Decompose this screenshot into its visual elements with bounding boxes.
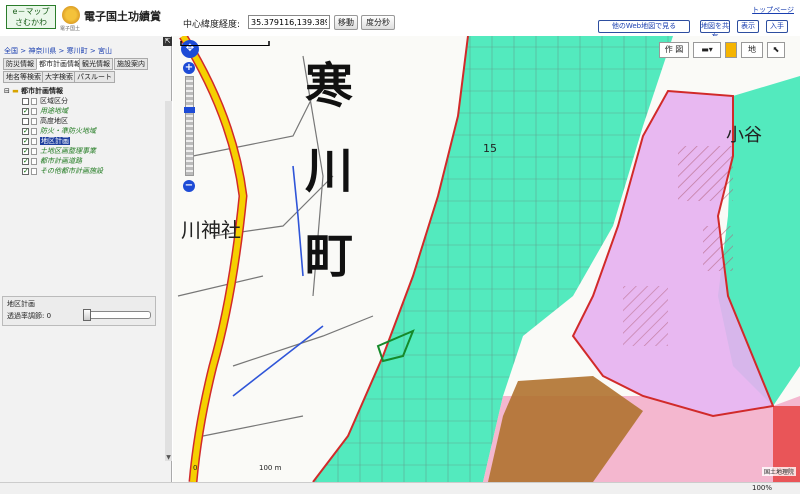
map-label-kan: 寒 [305,58,354,114]
map-view[interactable]: 寒 川 町 川神社 小谷 15 ✥ + − 作 図 ▬▾ 地 ⬉ 0 100 m… [173,36,800,482]
zoom-out-icon[interactable]: − [183,180,195,192]
layer-item[interactable]: 地区計画 [4,136,168,146]
scale-bar [180,41,270,46]
emap-samukawa-logo[interactable]: e－マップ さむかわ [6,5,56,29]
layer-checkbox[interactable] [22,156,29,166]
layer-checkbox[interactable] [22,136,29,146]
other-web-map-button[interactable]: 他のWeb地図で見る [598,20,690,33]
layer-tree: ⊟ ▬ 都市計画情報 区域区分用途地域高度地区防火・準防火地域地区計画土地区画整… [4,86,168,176]
transparency-slider[interactable] [83,309,151,321]
zoom-control[interactable]: + − [182,62,197,192]
tree-root[interactable]: ⊟ ▬ 都市計画情報 [4,86,168,96]
document-icon [31,127,37,135]
document-icon [31,107,37,115]
header: e－マップ さむかわ 電子国土 電子国土功績賞 中心緯度経度: 移動 度分秒 ト… [0,0,800,41]
map-label-koya: 小谷 [726,125,762,146]
layer-item[interactable]: 用途地域 [4,106,168,116]
tab-kankou[interactable]: 観光情報 [79,58,113,70]
award-title: 電子国土功績賞 [84,10,161,23]
zoom-slider[interactable] [184,76,195,176]
left-panel: ⇱ 全国 > 神奈川県 > 寒川町 > 宮山 防災情報 都市計画情報 観光情報 … [0,36,172,494]
layer-item[interactable]: 区域区分 [4,96,168,106]
layer-label[interactable]: 高度地区 [40,117,68,125]
logo-line1: e－マップ [12,7,50,16]
layer-item[interactable]: 都市計画道路 [4,156,168,166]
map-menu-label: 地 [748,45,756,54]
layer-item[interactable]: 防火・準防火地域 [4,126,168,136]
layer-item[interactable]: その他都市計画施設 [4,166,168,176]
tree-root-label: 都市計画情報 [20,87,63,95]
scale-label: 100 m [259,464,282,472]
transparency-slider-thumb[interactable] [83,309,91,321]
browser-zoom-level[interactable]: 100% [752,484,772,492]
document-icon [31,137,37,145]
gsi-logo-icon [62,6,80,24]
document-icon [31,97,37,105]
document-icon [31,117,37,125]
layer-checkbox[interactable] [22,117,29,125]
document-icon [31,167,37,175]
layer-item[interactable]: 土地区画整理事業 [4,146,168,156]
transparency-label: 透過率調節: 0 [7,312,52,320]
layer-checkbox[interactable] [22,166,29,176]
layer-item[interactable]: 高度地区 [4,116,168,126]
obtain-button[interactable]: 入手 [766,20,788,33]
draw-button[interactable]: 作 図 [659,42,689,58]
layer-label[interactable]: 土地区画整理事業 [40,147,96,155]
scroll-down-icon[interactable]: ▼ [165,454,172,461]
dms-button[interactable]: 度分秒 [361,15,395,30]
map-label-shrine: 川神社 [181,218,241,242]
layer-checkbox[interactable] [22,106,29,116]
share-map-button[interactable]: 地図を共有 [700,20,730,41]
industrial-hatch-2 [703,226,733,271]
layer-label[interactable]: その他都市計画施設 [40,167,103,175]
move-button[interactable]: 移動 [334,15,358,30]
map-label-kawa: 川 [305,143,354,199]
layer-label[interactable]: 用途地域 [40,107,68,115]
transparency-panel: 地区計画 透過率調節: 0 [2,296,156,326]
left-panel-scrollbar[interactable]: ▼ [165,101,172,461]
coord-input[interactable] [248,15,330,29]
layer-switch-icon[interactable]: ▬▾ [693,42,721,58]
map-layers [173,36,800,482]
layer-label[interactable]: 地区計画 [40,137,70,145]
layer-checkbox[interactable] [22,126,29,136]
display-button[interactable]: 表示 [737,20,759,33]
collapse-panel-icon[interactable]: ⇱ [163,37,172,46]
map-label-machi: 町 [305,228,354,284]
tab-bousai[interactable]: 防災情報 [3,58,37,70]
tab-ooaza[interactable]: 大字検索 [42,71,76,83]
logo-line2: さむかわ [15,18,47,27]
tab-shisetsu[interactable]: 施設案内 [114,58,148,70]
attribution: 国土地理院 [761,467,796,476]
industrial-hatch-3 [623,286,668,346]
breadcrumb[interactable]: 全国 > 神奈川県 > 寒川町 > 宮山 [4,46,112,56]
status-bar: 100% [0,482,800,494]
coord-label: 中心緯度経度: [183,20,241,30]
map-label-number: 15 [483,142,497,155]
scale-zero: 0 [193,464,198,472]
layer-label[interactable]: 都市計画道路 [40,157,82,165]
layer-label[interactable]: 区域区分 [40,97,68,105]
zoom-slider-thumb[interactable] [184,107,195,113]
map-menu-button[interactable]: 地 [741,42,763,58]
tab-pathroute[interactable]: パスルート [74,71,115,83]
zoom-in-icon[interactable]: + [183,62,195,74]
tab-chimei[interactable]: 地名等検索 [3,71,44,83]
document-icon [31,147,37,155]
tab-toshikeikaku[interactable]: 都市計画情報 [36,58,84,70]
expand-icon[interactable]: ⊟ [4,87,10,95]
toppage-link[interactable]: トップページ [752,5,794,15]
gsi-logo-caption: 電子国土 [60,26,81,32]
layer-checkbox[interactable] [22,146,29,156]
expand-arrow-icon[interactable]: ⬉ [767,42,785,58]
layer-checkbox[interactable] [22,97,29,105]
ruler-icon[interactable] [725,42,737,58]
layer-label[interactable]: 防火・準防火地域 [40,127,96,135]
transparency-title: 地区計画 [7,300,35,308]
document-icon [31,157,37,165]
folder-icon: ▬ [12,87,19,95]
